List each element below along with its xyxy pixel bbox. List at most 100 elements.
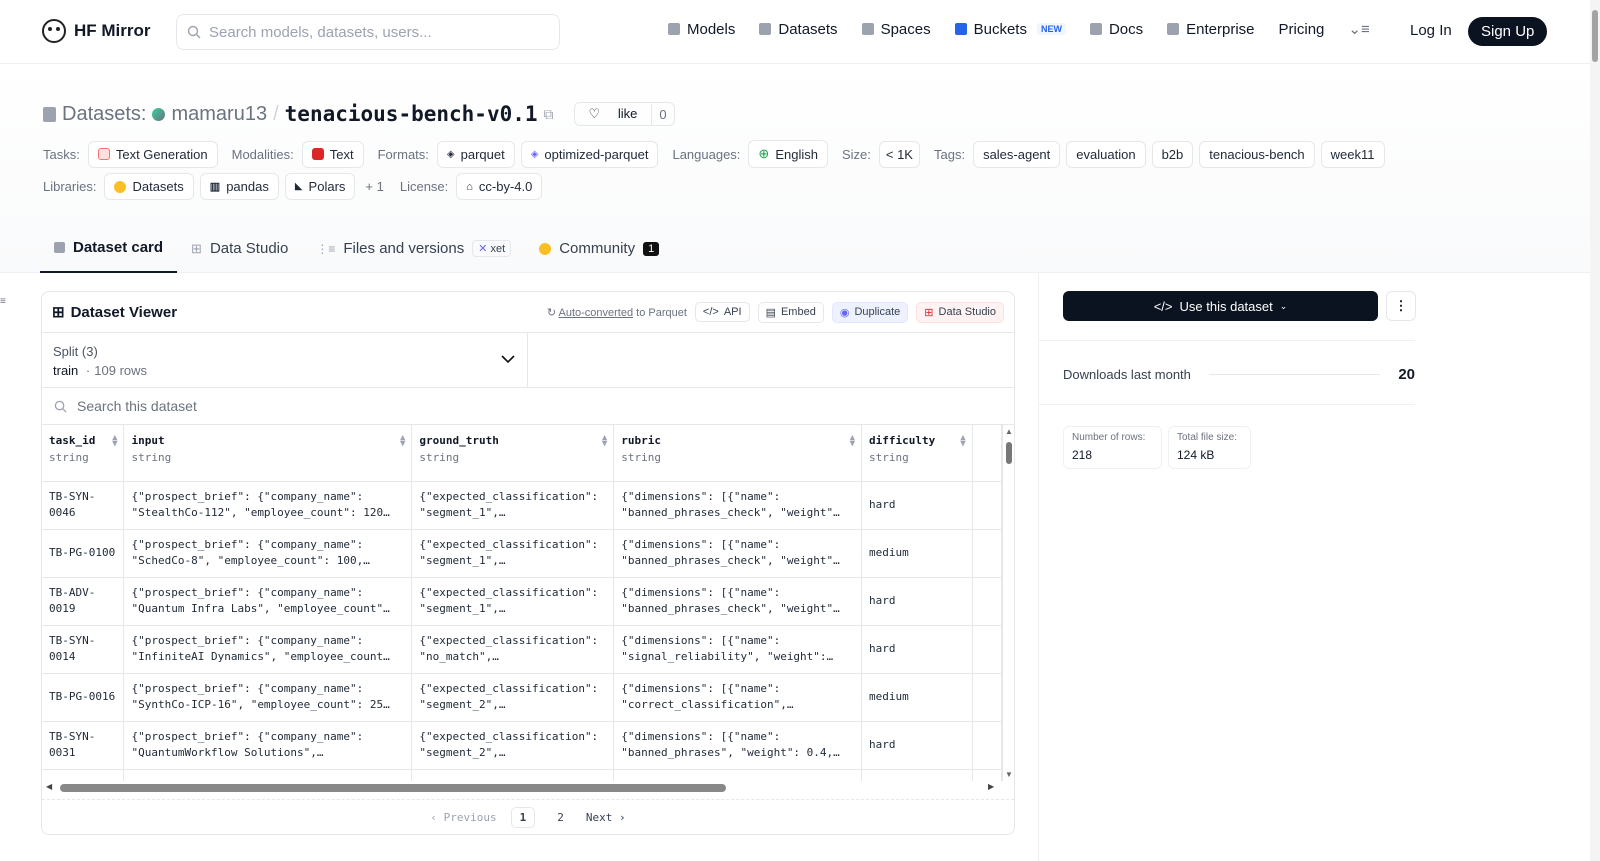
- sort-icon[interactable]: ▲ ▼: [960, 434, 965, 449]
- table-row[interactable]: TB-SYN-0014 {"prospect_brief": {"company_…: [42, 625, 1002, 674]
- table-cell[interactable]: {"dimensions": [{"name": "banned_phrases…: [613, 577, 863, 626]
- table-cell[interactable]: {"expected_classification": "segment_1",…: [411, 529, 615, 578]
- previous-page-button[interactable]: ‹ Previous: [430, 811, 496, 824]
- table-cell[interactable]: TB-PG-0100: [42, 529, 125, 578]
- page-button[interactable]: 1: [510, 807, 536, 828]
- global-search-input[interactable]: [209, 23, 539, 41]
- vertical-scroll-thumb[interactable]: [1006, 442, 1012, 464]
- repo-name[interactable]: tenacious-bench-v0.1: [285, 102, 538, 126]
- horizontal-scroll-thumb[interactable]: [60, 784, 726, 792]
- table-cell[interactable]: hard: [861, 577, 973, 626]
- table-cell[interactable]: {"prospect_brief": {"company_name": "Qua…: [123, 577, 413, 626]
- column-header[interactable]: difficulty string ▲ ▼: [861, 425, 973, 482]
- scroll-up-icon[interactable]: ▲: [1005, 427, 1013, 436]
- tab-data-studio[interactable]: ⊞ Data Studio: [177, 224, 302, 273]
- owner-link[interactable]: mamaru13: [171, 103, 267, 126]
- table-cell[interactable]: {"prospect_brief": {"company_name": "Sch…: [123, 529, 413, 578]
- page-button[interactable]: 2: [549, 808, 572, 827]
- table-cell[interactable]: hard: [861, 721, 973, 770]
- duplicate-button[interactable]: ◉ Duplicate: [831, 301, 909, 323]
- sort-icon[interactable]: ▲ ▼: [112, 434, 117, 449]
- nav-enterprise[interactable]: Enterprise: [1167, 21, 1255, 38]
- nav-datasets[interactable]: Datasets: [759, 21, 838, 38]
- like-button[interactable]: ♡ like 0: [573, 102, 675, 126]
- language-tag[interactable]: ⊕ English: [748, 140, 828, 168]
- table-cell[interactable]: {"prospect_brief": {"company_name": "Qua…: [123, 721, 413, 770]
- table-cell[interactable]: {"expected_classification": "no_match",…: [411, 625, 615, 674]
- api-button[interactable]: </> API: [694, 302, 750, 322]
- table-cell[interactable]: {"dimensions": [{"name": "banned_phrases…: [613, 529, 863, 578]
- table-row[interactable]: TB-PG-0016 {"prospect_brief": {"company_n…: [42, 673, 1002, 722]
- library-tag-pandas[interactable]: ▥ pandas: [199, 173, 279, 200]
- table-cell[interactable]: TB-SYN-0014: [42, 625, 125, 674]
- sort-icon[interactable]: ▲ ▼: [850, 434, 855, 449]
- page-scrollbar-thumb[interactable]: [1592, 10, 1598, 62]
- table-horizontal-scrollbar[interactable]: ◀ ▶: [42, 781, 1002, 795]
- column-header[interactable]: ground_truth string ▲ ▼: [411, 425, 615, 482]
- tab-community[interactable]: Community 1: [525, 224, 673, 273]
- use-dataset-button[interactable]: </> Use this dataset ⌄: [1063, 291, 1378, 321]
- table-row[interactable]: TB-ADV-0019 {"prospect_brief": {"company_…: [42, 577, 1002, 626]
- nav-docs[interactable]: Docs: [1089, 21, 1143, 38]
- table-row[interactable]: TB-PG-{"prospect_brief": {"company_name"…: [42, 769, 1002, 781]
- page-scrollbar[interactable]: [1590, 0, 1600, 861]
- table-cell[interactable]: {"prospect_brief": {"company_name": "Ste…: [123, 481, 413, 530]
- embed-button[interactable]: ▤ Embed: [757, 301, 824, 323]
- dataset-search[interactable]: [42, 388, 1014, 425]
- global-search[interactable]: [176, 14, 560, 50]
- tag-item[interactable]: evaluation: [1066, 140, 1146, 168]
- table-cell[interactable]: medium: [861, 529, 973, 578]
- table-cell[interactable]: medium: [861, 673, 973, 722]
- format-tag-optimized-parquet[interactable]: ◈ optimized-parquet: [520, 140, 659, 168]
- table-cell[interactable]: {"prospect_brief": {"company_name":: [123, 769, 413, 781]
- task-tag[interactable]: Text Generation: [87, 140, 218, 168]
- sort-icon[interactable]: ▲ ▼: [602, 434, 607, 449]
- more-options-button[interactable]: ⋮: [1386, 291, 1416, 321]
- nav-pricing[interactable]: Pricing: [1279, 21, 1325, 38]
- table-cell[interactable]: {"dimensions": [{"name": "banned_phrases…: [613, 721, 863, 770]
- table-cell[interactable]: {"dimensions": [{"name": "signal_reliabi…: [613, 625, 863, 674]
- table-cell[interactable]: {"expected_classification": "segment_2",…: [411, 721, 615, 770]
- table-cell[interactable]: {"expected_classification":: [411, 769, 615, 781]
- libraries-more[interactable]: + 1: [365, 179, 383, 194]
- split-select[interactable]: Split (3) train · 109 rows: [42, 333, 528, 388]
- table-cell[interactable]: {"dimensions": [{"name": "banned_phrases…: [613, 481, 863, 530]
- table-cell[interactable]: {"expected_classification": "segment_1",…: [411, 577, 615, 626]
- column-header[interactable]: rubric string ▲ ▼: [613, 425, 863, 482]
- size-tag[interactable]: < 1K: [878, 140, 920, 168]
- table-cell[interactable]: [861, 769, 973, 781]
- format-tag-parquet[interactable]: ◈ parquet: [436, 140, 515, 168]
- table-cell[interactable]: TB-PG-0016: [42, 673, 125, 722]
- tag-item[interactable]: sales-agent: [973, 140, 1061, 168]
- next-page-button[interactable]: Next ›: [586, 811, 626, 824]
- table-cell[interactable]: {"prospect_brief": {"company_name": "Syn…: [123, 673, 413, 722]
- table-cell[interactable]: hard: [861, 481, 973, 530]
- table-cell[interactable]: TB-PG-: [42, 769, 125, 781]
- table-row[interactable]: TB-SYN-0046 {"prospect_brief": {"company_…: [42, 481, 1002, 530]
- table-cell[interactable]: TB-SYN-0046: [42, 481, 125, 530]
- table-cell[interactable]: {"prospect_brief": {"company_name": "Inf…: [123, 625, 413, 674]
- table-row[interactable]: TB-PG-0100 {"prospect_brief": {"company_n…: [42, 529, 1002, 578]
- table-cell[interactable]: {"dimensions": [{"name": "correct_classi…: [613, 673, 863, 722]
- column-header[interactable]: task_id string ▲ ▼: [42, 425, 125, 482]
- logo[interactable]: HF Mirror: [42, 19, 151, 43]
- table-vertical-scrollbar[interactable]: ▲ ▼: [1002, 425, 1014, 781]
- modality-tag[interactable]: Text: [301, 140, 364, 168]
- library-tag-datasets[interactable]: Datasets: [104, 173, 194, 200]
- table-cell[interactable]: hard: [861, 625, 973, 674]
- table-cell[interactable]: {"dimensions": [{"name":: [613, 769, 863, 781]
- sort-icon[interactable]: ▲ ▼: [400, 434, 405, 449]
- column-header[interactable]: input string ▲ ▼: [123, 425, 413, 482]
- signup-button[interactable]: Sign Up: [1468, 17, 1548, 46]
- sidebar-toggle-icon[interactable]: ≡: [0, 296, 6, 307]
- tab-files-and-versions[interactable]: ⋮≡ Files and versions ✕ xet: [302, 224, 525, 273]
- library-tag-polars[interactable]: ◣ Polars: [284, 173, 356, 200]
- table-cell[interactable]: TB-SYN-0031: [42, 721, 125, 770]
- tag-item[interactable]: b2b: [1151, 140, 1194, 168]
- nav-models[interactable]: Models: [668, 21, 735, 38]
- table-row[interactable]: TB-SYN-0031 {"prospect_brief": {"company_…: [42, 721, 1002, 770]
- data-studio-button[interactable]: ⊞ Data Studio: [916, 301, 1004, 323]
- scroll-down-icon[interactable]: ▼: [1005, 770, 1013, 779]
- license-tag[interactable]: ⌂ cc-by-4.0: [456, 173, 543, 200]
- tab-dataset-card[interactable]: Dataset card: [40, 224, 178, 273]
